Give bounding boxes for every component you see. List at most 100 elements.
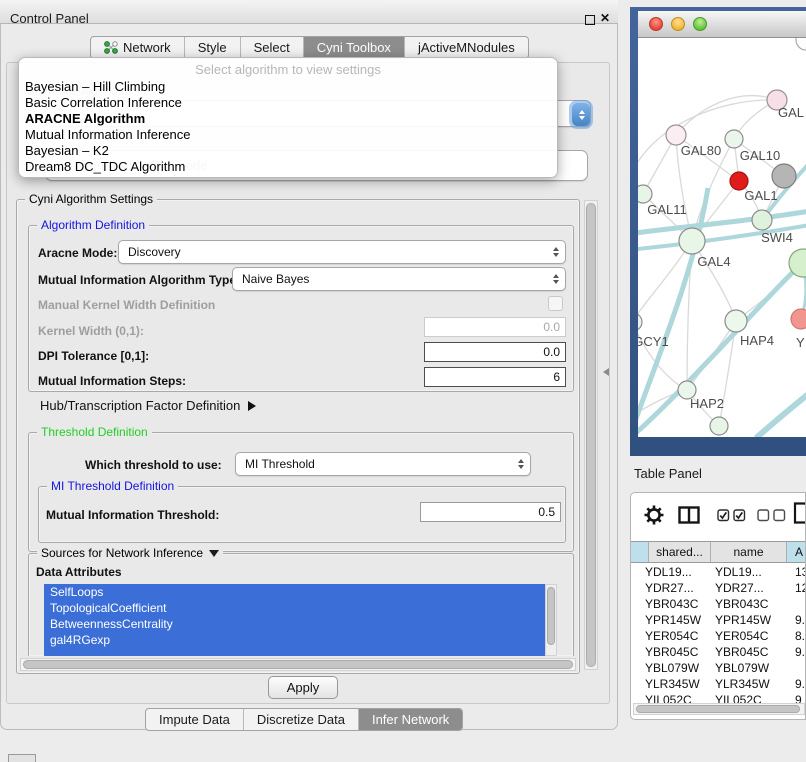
zoom-traffic-light-icon[interactable] bbox=[693, 17, 707, 31]
table-hscrollbar[interactable] bbox=[633, 703, 805, 715]
settings-scrollbar-thumb[interactable] bbox=[586, 203, 596, 667]
attributes-scrollbar[interactable] bbox=[545, 584, 557, 656]
tab-style[interactable]: Style bbox=[184, 37, 240, 58]
attribute-item[interactable]: SelfLoops bbox=[44, 584, 545, 600]
table-header-col3[interactable]: A bbox=[787, 542, 806, 562]
minimize-traffic-light-icon[interactable] bbox=[671, 17, 685, 31]
mi-threshold-field[interactable] bbox=[420, 502, 561, 522]
table-header-shared-name[interactable]: shared... bbox=[649, 542, 711, 562]
table-row[interactable]: YLR345WYLR345W9. bbox=[631, 676, 806, 692]
table-cell: YBR045C bbox=[645, 645, 698, 659]
table-header-name[interactable]: name bbox=[711, 542, 787, 562]
algorithm-option[interactable]: Bayesian – K2 bbox=[25, 143, 109, 159]
algorithm-dropdown-popup: Select algorithm to view settings Bayesi… bbox=[18, 57, 558, 178]
settings-hscrollbar-thumb[interactable] bbox=[23, 660, 573, 669]
settings-scrollbar[interactable] bbox=[584, 200, 598, 670]
table-cell: YBR043C bbox=[645, 597, 698, 611]
mi-type-value: Naive Bayes bbox=[242, 272, 309, 286]
node-label: GAL4 bbox=[697, 254, 730, 269]
tab-discretize-data[interactable]: Discretize Data bbox=[243, 709, 358, 730]
algorithm-option[interactable]: Basic Correlation Inference bbox=[25, 95, 182, 111]
dropdown-placeholder: Select algorithm to view settings bbox=[19, 62, 557, 77]
network-thick-edges bbox=[638, 156, 806, 437]
network-node-gal80[interactable] bbox=[666, 125, 686, 145]
tab-select[interactable]: Select bbox=[240, 37, 303, 58]
hub-definition-toggle[interactable]: Hub/Transcription Factor Definition bbox=[40, 398, 256, 413]
tab-cyni-toolbox[interactable]: Cyni Toolbox bbox=[303, 37, 404, 58]
node-label: HAP2 bbox=[690, 396, 724, 411]
network-node-hap4[interactable] bbox=[725, 310, 747, 332]
attribute-item[interactable]: gal4RGexp bbox=[44, 632, 545, 648]
which-threshold-label: Which threshold to use: bbox=[85, 458, 222, 472]
which-threshold-combo[interactable]: MI Threshold bbox=[235, 452, 531, 476]
network-window-titlebar[interactable] bbox=[638, 11, 806, 38]
algorithm-option[interactable]: Dream8 DC_TDC Algorithm bbox=[25, 159, 185, 175]
close-icon[interactable]: ✕ bbox=[600, 11, 610, 25]
splitter-collapse-arrow-icon[interactable] bbox=[603, 368, 609, 376]
panel-title: Control Panel bbox=[10, 11, 89, 26]
attribute-item[interactable]: BetweennessCentrality bbox=[44, 616, 545, 632]
split-columns-icon[interactable] bbox=[678, 506, 700, 524]
screen: Control Panel ✕ Network Style Select Cyni T… bbox=[0, 0, 806, 762]
table-row[interactable]: YDL19...YDL19...13 bbox=[631, 564, 806, 580]
network-node-gal11[interactable] bbox=[638, 185, 652, 203]
document-icon[interactable] bbox=[793, 502, 806, 524]
table-row[interactable]: YBL079WYBL079W bbox=[631, 660, 806, 676]
table-header-hidden-col[interactable] bbox=[631, 542, 649, 562]
algorithm-option[interactable]: Mutual Information Inference bbox=[25, 127, 190, 143]
gear-icon[interactable] bbox=[643, 504, 665, 526]
tab-network[interactable]: Network bbox=[91, 37, 184, 58]
apply-button[interactable]: Apply bbox=[268, 676, 338, 699]
table-row[interactable]: YER054CYER054C8. bbox=[631, 628, 806, 644]
tab-label: Select bbox=[254, 40, 290, 55]
hide-columns-unchecked-icon[interactable] bbox=[757, 509, 787, 522]
tab-impute-data[interactable]: Impute Data bbox=[146, 709, 243, 730]
float-window-icon[interactable] bbox=[585, 15, 595, 25]
network-node-y[interactable] bbox=[791, 309, 806, 329]
kernel-width-field[interactable] bbox=[424, 317, 566, 337]
table-row[interactable]: YPR145WYPR145W9. bbox=[631, 612, 806, 628]
hub-definition-label: Hub/Transcription Factor Definition bbox=[40, 398, 240, 413]
attribute-item[interactable]: TopologicalCoefficient bbox=[44, 600, 545, 616]
network-node-gal4[interactable] bbox=[679, 228, 705, 254]
aracne-mode-combo[interactable]: Discovery bbox=[118, 240, 566, 264]
docked-panel-button[interactable] bbox=[8, 754, 36, 762]
manual-kernel-checkbox[interactable] bbox=[548, 296, 563, 311]
collapse-down-icon bbox=[209, 550, 219, 557]
settings-hscrollbar[interactable] bbox=[20, 658, 576, 671]
network-node[interactable] bbox=[796, 38, 806, 50]
mi-type-label: Mutual Information Algorithm Type: bbox=[38, 273, 240, 287]
network-canvas[interactable]: GALGAL80GAL10GAL1GAL11SWI4GAL4GCY1HAP4YH… bbox=[638, 38, 806, 437]
attributes-scrollbar-thumb[interactable] bbox=[547, 587, 555, 645]
mi-steps-field[interactable] bbox=[424, 367, 566, 387]
show-columns-checked-icon[interactable] bbox=[717, 509, 747, 522]
close-traffic-light-icon[interactable] bbox=[649, 17, 663, 31]
group-title: Cyni Algorithm Settings bbox=[25, 192, 157, 207]
network-node[interactable] bbox=[772, 164, 796, 188]
algorithm-definition-title: Algorithm Definition bbox=[37, 218, 149, 233]
algorithm-option[interactable]: ARACNE Algorithm bbox=[25, 111, 145, 127]
network-node-swi4[interactable] bbox=[752, 210, 772, 230]
node-label: GAL11 bbox=[647, 202, 687, 217]
table-row[interactable]: YDR27...YDR27...12 bbox=[631, 580, 806, 596]
network-node-gcy1[interactable] bbox=[638, 313, 642, 331]
mi-type-combo[interactable]: Naive Bayes bbox=[232, 267, 566, 291]
table-row[interactable]: YBR045CYBR045C9. bbox=[631, 644, 806, 660]
control-panel-titlebar bbox=[0, 0, 618, 24]
tab-infer-network[interactable]: Infer Network bbox=[358, 709, 462, 730]
algorithm-option[interactable]: Bayesian – Hill Climbing bbox=[25, 79, 165, 95]
dpi-tolerance-field[interactable] bbox=[424, 342, 566, 362]
node-label: GAL1 bbox=[744, 188, 777, 203]
tab-label: Network bbox=[123, 40, 171, 55]
sources-group-title[interactable]: Sources for Network Inference bbox=[37, 546, 223, 561]
combo-spinner-button[interactable] bbox=[572, 103, 590, 126]
tab-label: jActiveMNodules bbox=[418, 40, 515, 55]
table-row[interactable]: YBR043CYBR043C bbox=[631, 596, 806, 612]
data-attributes-list[interactable]: SelfLoopsTopologicalCoefficientBetweenne… bbox=[44, 584, 545, 656]
network-node[interactable] bbox=[710, 417, 728, 435]
tab-jactivemnodules[interactable]: jActiveMNodules bbox=[404, 37, 528, 58]
node-label: GCY1 bbox=[638, 334, 669, 349]
network-node-gal10[interactable] bbox=[725, 130, 743, 148]
tab-label: Discretize Data bbox=[257, 712, 345, 727]
table-hscrollbar-thumb[interactable] bbox=[636, 705, 800, 713]
